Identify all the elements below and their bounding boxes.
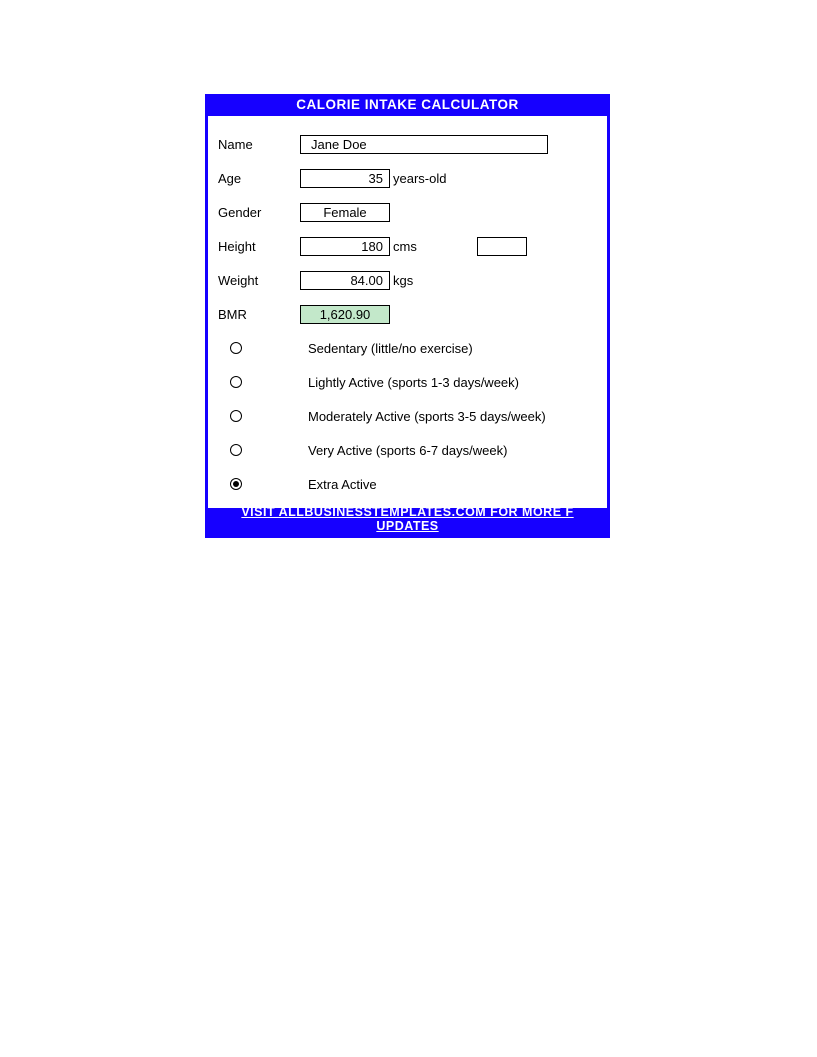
weight-label: Weight [218,273,300,288]
weight-unit: kgs [393,273,413,288]
age-input[interactable]: 35 [300,169,390,188]
row-gender: Gender Female [218,202,597,222]
name-input[interactable]: Jane Doe [300,135,548,154]
age-label: Age [218,171,300,186]
activity-option-2: Moderately Active (sports 3-5 days/week) [218,406,597,426]
panel-footer: VISIT ALLBUSINESSTEMPLATES.COM FOR MORE … [208,508,607,538]
radio-sedentary[interactable] [230,342,242,354]
row-name: Name Jane Doe [218,134,597,154]
gender-input[interactable]: Female [300,203,390,222]
weight-input[interactable]: 84.00 [300,271,390,290]
header-title: CALORIE INTAKE CALCULATOR [296,97,519,112]
radio-very-active[interactable] [230,444,242,456]
activity-option-0: Sedentary (little/no exercise) [218,338,597,358]
radio-label-moderately-active: Moderately Active (sports 3-5 days/week) [308,409,546,424]
radio-extra-active[interactable] [230,478,242,490]
height-input[interactable]: 180 [300,237,390,256]
footer-link-line2[interactable]: UPDATES [208,519,607,533]
row-height: Height 180 cms [218,236,597,256]
height-unit: cms [393,239,417,254]
row-age: Age 35 years-old [218,168,597,188]
radio-moderately-active[interactable] [230,410,242,422]
panel-body: Name Jane Doe Age 35 years-old Gender Fe… [208,116,607,508]
activity-option-3: Very Active (sports 6-7 days/week) [218,440,597,460]
radio-lightly-active[interactable] [230,376,242,388]
age-unit: years-old [393,171,446,186]
calculator-panel: CALORIE INTAKE CALCULATOR Name Jane Doe … [205,94,610,538]
activity-option-4: Extra Active [218,474,597,494]
activity-option-1: Lightly Active (sports 1-3 days/week) [218,372,597,392]
height-extra-input[interactable] [477,237,527,256]
radio-label-very-active: Very Active (sports 6-7 days/week) [308,443,507,458]
radio-label-extra-active: Extra Active [308,477,377,492]
bmr-output: 1,620.90 [300,305,390,324]
radio-label-sedentary: Sedentary (little/no exercise) [308,341,473,356]
row-bmr: BMR 1,620.90 [218,304,597,324]
name-label: Name [218,137,300,152]
gender-label: Gender [218,205,300,220]
radio-label-lightly-active: Lightly Active (sports 1-3 days/week) [308,375,519,390]
height-label: Height [218,239,300,254]
bmr-label: BMR [218,307,300,322]
footer-link[interactable]: VISIT ALLBUSINESSTEMPLATES.COM FOR MORE … [241,508,573,519]
panel-header: CALORIE INTAKE CALCULATOR [208,94,607,116]
row-weight: Weight 84.00 kgs [218,270,597,290]
